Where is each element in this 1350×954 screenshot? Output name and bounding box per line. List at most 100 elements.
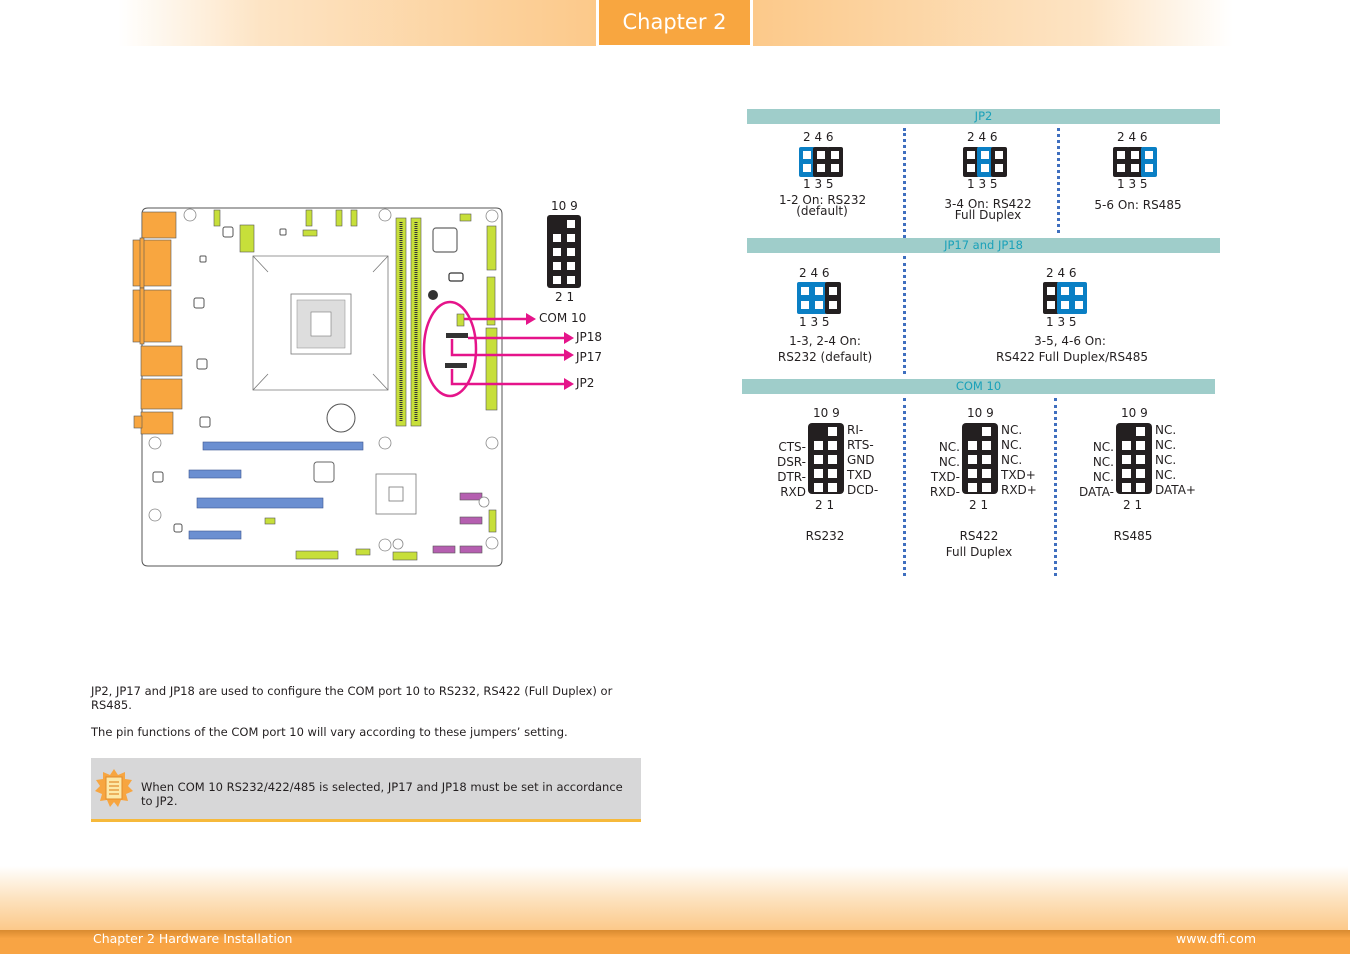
pin-numbers-top: 10 9 [967,406,994,420]
pin-numbers-bottom: 2 1 [969,498,989,512]
pin [995,151,1003,159]
pin-numbers-top: 10 9 [813,406,840,420]
pin [967,164,975,172]
pin [1117,151,1125,159]
pin [968,455,977,464]
pin-numbers-bottom: 1 3 5 [967,177,998,191]
pin-label-left: NC. [1092,470,1114,484]
pin-numbers-bottom: 1 3 5 [1117,177,1148,191]
pin [968,469,977,478]
pin [982,483,991,492]
pin-label-left: DTR- [777,470,806,484]
pin [828,427,837,436]
pin [981,151,989,159]
pin-label-right: GND [847,453,875,467]
pin [803,164,811,172]
pin-label-left: TXD- [930,470,960,484]
pin [828,441,837,450]
pin [968,441,977,450]
pin-numbers-bottom: 1 3 5 [799,315,830,329]
pin [1122,441,1131,450]
jp17-setting-2-label: 3-5, 4-6 On: [1034,334,1106,348]
jp2-setting-3-label: 5-6 On: RS485 [1094,198,1182,212]
rear-io-audio [140,411,174,435]
pin-label-left: DSR- [776,455,806,469]
pin [982,469,991,478]
com10-bottom-pins: 2 1 [555,290,575,304]
jumper-cap-on [1141,147,1157,177]
board-jp18 [446,333,468,338]
pin [1122,483,1131,492]
pin-label-right: NC. [1001,438,1023,452]
pin [814,469,823,478]
pin [801,287,809,295]
rear-io-dvi [132,289,172,343]
jp2-setting-2-sub: Full Duplex [954,208,1022,222]
pin [1117,164,1125,172]
jp2-jumper-3 [1113,147,1159,177]
pin [1061,301,1069,309]
pin [1131,164,1139,172]
footer-chapter-label: Chapter 2 Hardware Installation [93,931,293,946]
callout-com10: COM 10 [539,311,587,325]
pin-numbers-top: 2 4 6 [1117,130,1148,144]
pcie-x1-slot-1 [188,469,242,479]
rear-io-ps2 [141,211,177,239]
com10-mode-sub: Full Duplex [945,545,1013,559]
com10-band: COM 10 [742,379,1215,394]
pin [968,483,977,492]
pin-label-right: NC. [1155,438,1177,452]
pin-label-right: NC. [1155,423,1177,437]
pin-label-right: NC. [1155,453,1177,467]
pin [814,483,823,492]
com10-mode-name: RS485 [1113,529,1153,543]
atx-power-header [486,225,497,271]
board-com10-header [456,313,465,327]
pin-label-right: TXD+ [1001,468,1036,482]
pin-label-right: NC. [1001,453,1023,467]
jumper-pin-off [991,147,1007,177]
pin [1136,427,1145,436]
pin [1136,483,1145,492]
pin [803,151,811,159]
description-paragraph: JP2, JP17 and JP18 are used to configure… [91,684,613,712]
pin [1075,287,1083,295]
pin-label-right: DATA+ [1155,483,1196,497]
pin [1047,287,1055,295]
pin [995,164,1003,172]
pin [828,483,837,492]
com10-mode-name: RS422 [959,529,999,543]
pin [831,164,839,172]
divider-dots [903,398,906,576]
pin-numbers-bottom: 1 3 5 [803,177,834,191]
pin [1136,455,1145,464]
pin-numbers-bottom: 2 1 [815,498,835,512]
pin-label-right: NC. [1001,423,1023,437]
pin-label-right: RTS- [847,438,874,452]
pin [967,151,975,159]
header-gradient-left [118,0,596,46]
pin-label-left: DATA- [1079,485,1114,499]
pin [1047,301,1055,309]
jp17-setting-2-sub: RS422 Full Duplex/RS485 [996,350,1148,364]
note-icon [95,769,133,807]
pin-label-right: NC. [1155,468,1177,482]
pin [815,301,823,309]
pin [981,164,989,172]
jp17-jp18-band: JP17 and JP18 [747,238,1220,253]
jp2-setting-1-sub: (default) [796,204,848,218]
pin [814,455,823,464]
callout-jp2: JP2 [576,376,595,390]
pin [828,455,837,464]
pin-function-paragraph: The pin functions of the COM port 10 wil… [91,725,568,739]
pin [1145,164,1153,172]
pin-label-left: NC. [1092,455,1114,469]
pin [801,301,809,309]
jp17-setting-1-sub: RS232 (default) [777,350,873,364]
footer-website: www.dfi.com [1176,931,1256,946]
arrow-jp2 [564,378,574,390]
rear-io-vga [132,239,172,287]
pin-numbers-top: 2 4 6 [799,266,830,280]
pin-numbers-bottom: 2 1 [1123,498,1143,512]
pin [1122,469,1131,478]
